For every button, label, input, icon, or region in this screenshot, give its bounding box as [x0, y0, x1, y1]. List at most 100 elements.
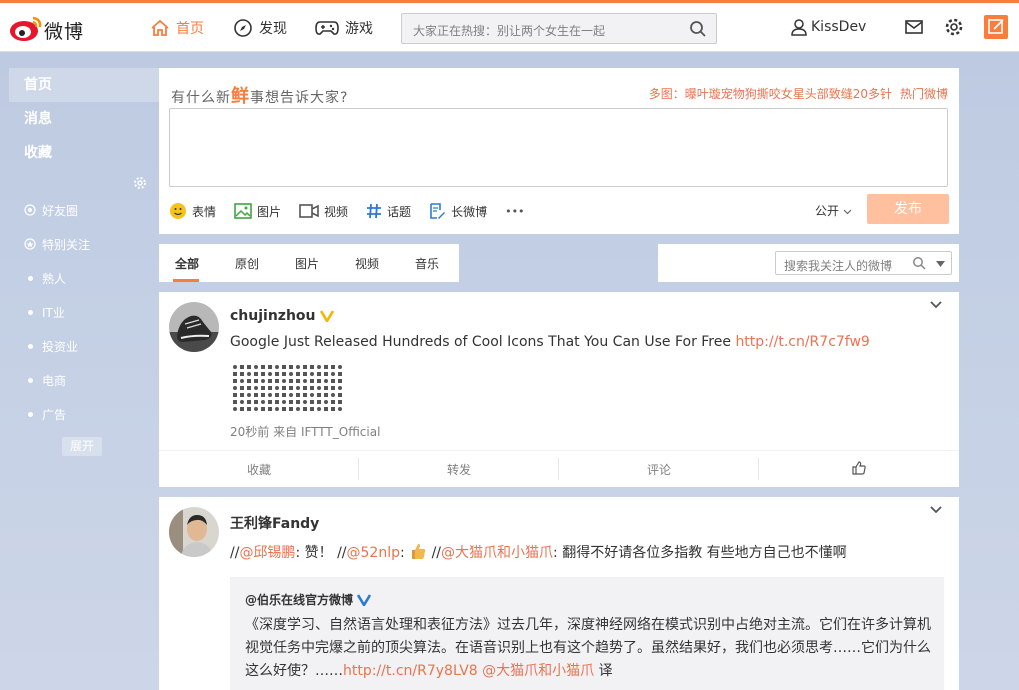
- repost-button[interactable]: 转发: [359, 461, 559, 478]
- hot-topic-link[interactable]: 多图：曝叶璇宠物狗撕咬女星头部致缝20多针: [649, 87, 892, 101]
- thumbnail-glyph: [240, 393, 244, 397]
- sidebar-expand-button[interactable]: 展开: [62, 437, 102, 456]
- post-author[interactable]: 王利锋Fandy: [230, 513, 319, 533]
- thumbnail-glyph: [296, 379, 300, 383]
- bullet-dot-icon: [27, 377, 33, 383]
- tab-original[interactable]: 原创: [235, 255, 259, 272]
- emoji-button[interactable]: 表情: [169, 202, 216, 220]
- sidebar-item-ecommerce[interactable]: 电商: [24, 370, 66, 390]
- publish-button[interactable]: 发布: [867, 194, 949, 224]
- mention-link[interactable]: @52nlp: [347, 545, 400, 561]
- mention-link[interactable]: @邱锡鹏: [239, 545, 295, 561]
- favorite-button[interactable]: 收藏: [159, 461, 359, 478]
- feed-tabs: 全部 原创 图片 视频 音乐: [159, 244, 459, 282]
- user-menu[interactable]: KissDev: [790, 18, 866, 36]
- chain-prefix: //: [431, 545, 442, 561]
- comment-button[interactable]: 评论: [559, 461, 759, 478]
- feed-search-panel: 搜索我关注人的微博: [658, 244, 959, 282]
- retweet-link[interactable]: http://t.cn/R7y8LV8: [343, 663, 478, 679]
- thumbnail-glyph: [261, 365, 265, 369]
- thumbnail-glyph: [233, 372, 237, 376]
- tab-videos[interactable]: 视频: [355, 255, 379, 272]
- post-menu-chevron-icon[interactable]: [929, 505, 943, 515]
- thumbnail-glyph: [282, 400, 286, 404]
- thumbnail-glyph: [282, 365, 286, 369]
- sidebar-item-label: IT业: [42, 305, 65, 320]
- thumbnail-glyph: [303, 393, 307, 397]
- avatar[interactable]: [169, 507, 219, 557]
- sidebar-item-friends-circle[interactable]: 好友圈: [24, 200, 78, 220]
- author-name: chujinzhou: [230, 308, 316, 324]
- more-tools-button[interactable]: •••: [505, 205, 524, 218]
- thumbnail-glyph: [303, 365, 307, 369]
- post-menu-chevron-icon[interactable]: [929, 300, 943, 310]
- thumbnail-glyph: [324, 372, 328, 376]
- sidebar-item-advertising[interactable]: 广告: [24, 404, 66, 424]
- thumbnail-glyph: [324, 407, 328, 411]
- post-link[interactable]: http://t.cn/R7c7fw9: [735, 334, 869, 350]
- like-button[interactable]: [759, 461, 959, 478]
- nav-games[interactable]: 游戏: [315, 17, 373, 39]
- retweet-author[interactable]: @伯乐在线官方微博: [245, 591, 372, 608]
- sidebar-item-home[interactable]: 首页: [9, 68, 159, 102]
- sidebar-item-acquaintances[interactable]: 熟人: [24, 268, 66, 288]
- sidebar-item-favorites[interactable]: 收藏: [9, 136, 159, 170]
- retweet-author-name: @伯乐在线官方微博: [245, 593, 354, 607]
- post-source-prefix: 来自: [273, 425, 298, 439]
- thumbnail-glyph: [338, 386, 342, 390]
- sidebar-item-label: 特别关注: [42, 237, 91, 252]
- thumbnail-glyph: [310, 365, 314, 369]
- mention-link[interactable]: @大猫爪和小猫爪: [441, 545, 553, 561]
- thumbnail-glyph: [254, 365, 258, 369]
- nav-discover[interactable]: 发现: [233, 17, 287, 39]
- nav-home[interactable]: 首页: [150, 17, 204, 39]
- tab-pictures[interactable]: 图片: [295, 255, 319, 272]
- mail-icon[interactable]: [904, 17, 924, 37]
- hashtag-icon: [367, 203, 382, 219]
- post-comment-chain: //@邱锡鹏: 赞！ //@52nlp: //@大猫爪和小猫爪: 翻得不好请各位…: [230, 542, 847, 562]
- thumbnail-glyph: [331, 379, 335, 383]
- chain-prefix: //: [337, 545, 347, 561]
- post-author[interactable]: chujinzhou: [230, 308, 334, 324]
- video-button[interactable]: 视频: [299, 203, 348, 220]
- thumbnail-glyph: [310, 400, 314, 404]
- tab-music[interactable]: 音乐: [415, 255, 439, 272]
- mention-link[interactable]: @大猫爪和小猫爪: [482, 663, 594, 679]
- thumbnail-glyph: [275, 407, 279, 411]
- nav-games-label: 游戏: [345, 21, 373, 37]
- visibility-dropdown[interactable]: 公开: [815, 202, 852, 219]
- post-image-thumbnail[interactable]: [230, 362, 346, 415]
- thumbnail-glyph: [254, 372, 258, 376]
- composer-prompt-highlight: 鲜: [231, 86, 250, 107]
- sidebar-settings-gear-icon[interactable]: [133, 176, 147, 190]
- thumbnail-glyph: [233, 386, 237, 390]
- sidebar-item-messages[interactable]: 消息: [9, 102, 159, 136]
- thumbnail-glyph: [275, 372, 279, 376]
- tab-all[interactable]: 全部: [175, 255, 199, 272]
- thumbnail-glyph: [268, 400, 272, 404]
- thumbnail-glyph: [317, 386, 321, 390]
- long-post-button[interactable]: 长微博: [429, 202, 487, 220]
- hot-weibo-link[interactable]: 热门微博: [900, 87, 948, 101]
- thumbnail-glyph: [289, 365, 293, 369]
- thumbnail-glyph: [247, 393, 251, 397]
- compose-button[interactable]: [984, 15, 1008, 39]
- gear-icon[interactable]: [944, 17, 964, 37]
- feed-post: 王利锋Fandy //@邱锡鹏: 赞！ //@52nlp: //@大猫爪和小猫爪…: [159, 497, 959, 690]
- sidebar-item-special-follow[interactable]: 特别关注: [24, 234, 90, 254]
- caret-down-icon[interactable]: [936, 261, 945, 267]
- search-icon[interactable]: [689, 20, 707, 38]
- sidebar-item-it[interactable]: IT业: [24, 302, 65, 322]
- image-button[interactable]: 图片: [234, 203, 281, 220]
- sidebar-item-investment[interactable]: 投资业: [24, 336, 78, 356]
- avatar[interactable]: [169, 302, 219, 352]
- composer-textarea[interactable]: [169, 108, 948, 187]
- chain-text: :: [399, 545, 410, 561]
- post-time[interactable]: 20秒前: [230, 425, 269, 439]
- feed-search-input[interactable]: 搜索我关注人的微博: [775, 251, 952, 275]
- thumbnail-glyph: [317, 365, 321, 369]
- search-input[interactable]: 大家正在热搜：别让两个女生在一起: [401, 13, 717, 44]
- post-source[interactable]: IFTTT_Official: [301, 425, 380, 439]
- topic-button[interactable]: 话题: [366, 203, 411, 220]
- search-icon[interactable]: [912, 256, 926, 270]
